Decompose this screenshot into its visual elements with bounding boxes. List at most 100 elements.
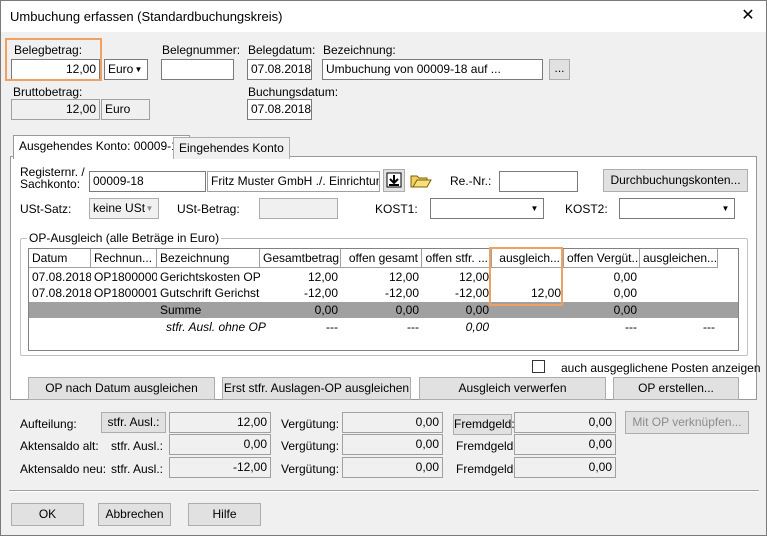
column-header-bezeichnung[interactable]: Bezeichnung <box>157 249 260 268</box>
column-header-datum[interactable]: Datum <box>29 249 91 268</box>
buchungsdatum-input[interactable]: 07.08.2018 <box>247 99 312 120</box>
column-header-offen-gesamt[interactable]: offen gesamt <box>341 249 422 268</box>
op-nach-datum-button[interactable]: OP nach Datum ausgleichen <box>28 377 215 400</box>
table-cell[interactable]: -12,00 <box>341 285 422 302</box>
currency-value: Euro <box>108 62 134 76</box>
footer-separator <box>9 490 759 492</box>
table-cell[interactable]: 0,00 <box>564 269 640 286</box>
column-header-rechnung[interactable]: Rechnun... <box>91 249 157 268</box>
belegnummer-label: Belegnummer: <box>162 43 241 57</box>
ausgleich-column-highlight <box>489 247 563 306</box>
op-erstellen-button[interactable]: OP erstellen... <box>613 377 739 400</box>
table-cell[interactable] <box>640 285 718 302</box>
stfr-ausl-label: stfr. Ausl.: <box>111 462 164 476</box>
aktensaldo-alt-label: Aktensaldo alt: <box>20 439 99 453</box>
aktensaldo-alt-fremdgeld-value: 0,00 <box>514 434 616 455</box>
bezeichnung-more-button[interactable]: ... <box>549 59 570 80</box>
chevron-down-icon: ▼ <box>145 204 154 213</box>
bruttobetrag-value: 12,00 <box>11 99 100 120</box>
ust-satz-label: USt-Satz: <box>20 202 72 216</box>
erst-stfr-auslagen-button[interactable]: Erst stfr. Auslagen-OP ausgleichen <box>222 377 411 400</box>
hilfe-button[interactable]: Hilfe <box>188 503 261 526</box>
table-cell[interactable]: -12,00 <box>260 285 341 302</box>
extra-cell: 0,00 <box>465 320 489 334</box>
column-header-gesamtbetrag[interactable]: Gesamtbetrag <box>260 249 341 268</box>
table-cell[interactable]: 07.08.2018 <box>29 269 91 286</box>
table-cell[interactable]: 12,00 <box>260 269 341 286</box>
renr-label: Re.-Nr.: <box>450 174 492 188</box>
ust-satz-value: keine USt <box>93 201 146 215</box>
column-header-offen-stfr[interactable]: offen stfr. ... <box>422 249 492 268</box>
window-title: Umbuchung erfassen (Standardbuchungskrei… <box>10 9 283 24</box>
bezeichnung-label: Bezeichnung: <box>323 43 396 57</box>
table-cell[interactable]: Gutschrift Gerichst... <box>157 285 260 302</box>
op-group-title: OP-Ausgleich (alle Beträge in Euro) <box>27 231 222 245</box>
kost1-select[interactable]: ▼ <box>430 198 544 219</box>
mit-op-verknuepfen-button[interactable]: Mit OP verknüpfen... <box>625 411 749 434</box>
abbrechen-button[interactable]: Abbrechen <box>98 503 171 526</box>
aktensaldo-alt-verguetung-value: 0,00 <box>342 434 443 455</box>
chevron-down-icon: ▼ <box>530 204 539 213</box>
bezeichnung-input[interactable]: Umbuchung von 00009-18 auf ... <box>322 59 543 80</box>
table-cell[interactable]: OP18000010 <box>91 285 157 302</box>
table-cell[interactable]: 12,00 <box>341 269 422 286</box>
bruttobetrag-label: Bruttobetrag: <box>13 85 83 99</box>
kost2-label: KOST2: <box>565 202 608 216</box>
aufteilung-stfr-value: 12,00 <box>169 412 271 433</box>
column-header-ausgleichen[interactable]: ausgleichen... <box>640 249 718 268</box>
belegdatum-label: Belegdatum: <box>248 43 316 57</box>
close-icon[interactable]: ✕ <box>738 6 758 26</box>
belegnummer-input[interactable] <box>161 59 234 80</box>
table-cell[interactable]: 12,00 <box>422 269 492 286</box>
title-bar: Umbuchung erfassen (Standardbuchungskrei… <box>1 1 766 32</box>
ausgleich-verwerfen-button[interactable]: Ausgleich verwerfen <box>419 377 606 400</box>
chevron-down-icon: ▼ <box>721 204 730 213</box>
belegdatum-input[interactable]: 07.08.2018 <box>247 59 312 80</box>
currency-select[interactable]: Euro ▼ <box>104 59 148 80</box>
op-grid[interactable]: Datum Rechnun... Bezeichnung Gesamtbetra… <box>28 248 739 351</box>
aktensaldo-neu-fremdgeld-value: 0,00 <box>514 457 616 478</box>
table-cell[interactable] <box>640 269 718 286</box>
show-balanced-checkbox[interactable] <box>532 360 545 373</box>
stfr-ausl-label: stfr. Ausl.: <box>111 439 164 453</box>
ust-satz-select[interactable]: keine USt ▼ <box>89 198 159 219</box>
sum-cell: 0,00 <box>395 303 419 317</box>
sum-cell: 0,00 <box>465 303 489 317</box>
verguetung-label: Vergütung: <box>281 417 340 431</box>
extra-cell: --- <box>326 320 338 334</box>
dialog-window: Umbuchung erfassen (Standardbuchungskrei… <box>0 0 767 536</box>
table-cell[interactable]: -12,00 <box>422 285 492 302</box>
kost2-select[interactable]: ▼ <box>619 198 735 219</box>
registernr-label: Registernr. / Sachkonto: <box>20 165 85 191</box>
sum-label: Summe <box>160 303 202 317</box>
table-cell[interactable]: 0,00 <box>564 285 640 302</box>
sum-cell: 0,00 <box>314 303 338 317</box>
belegbetrag-highlight <box>5 38 102 81</box>
tab-ausgehendes-konto[interactable]: Ausgehendes Konto: 00009-18 <box>13 135 191 159</box>
ust-betrag-label: USt-Betrag: <box>177 202 240 216</box>
renr-input[interactable] <box>499 171 578 192</box>
aufteilung-fremdgeld-value: 0,00 <box>514 412 616 433</box>
extra-cell: --- <box>625 320 637 334</box>
table-cell[interactable]: Gerichtskosten OP <box>157 269 260 286</box>
column-header-offen-verguetung[interactable]: offen Vergüt... <box>564 249 640 268</box>
stfr-ausl-button[interactable]: stfr. Ausl.: <box>101 412 166 433</box>
aufteilung-label: Aufteilung: <box>20 417 77 431</box>
registernr-input[interactable]: 00009-18 <box>89 171 206 192</box>
fremdgeld-label: Fremdgeld: <box>456 462 517 476</box>
buchungsdatum-label: Buchungsdatum: <box>248 85 339 99</box>
download-icon[interactable] <box>383 169 405 192</box>
sum-cell: 0,00 <box>613 303 637 317</box>
durchbuchungskonten-button[interactable]: Durchbuchungskonten... <box>603 169 748 192</box>
verguetung-label: Vergütung: <box>281 439 340 453</box>
tab-eingehendes-konto[interactable]: Eingehendes Konto <box>173 137 290 159</box>
ok-button[interactable]: OK <box>11 503 84 526</box>
folder-open-icon[interactable] <box>409 169 433 191</box>
show-balanced-label: auch ausgeglichene Posten anzeigen <box>561 361 761 375</box>
table-cell[interactable]: 07.08.2018 <box>29 285 91 302</box>
kost1-label: KOST1: <box>375 202 418 216</box>
table-cell[interactable]: OP18000009 <box>91 269 157 286</box>
fremdgeld-button[interactable]: Fremdgeld: <box>453 414 515 435</box>
aktensaldo-neu-label: Aktensaldo neu: <box>20 462 107 476</box>
aktensaldo-alt-stfr-value: 0,00 <box>169 434 271 455</box>
